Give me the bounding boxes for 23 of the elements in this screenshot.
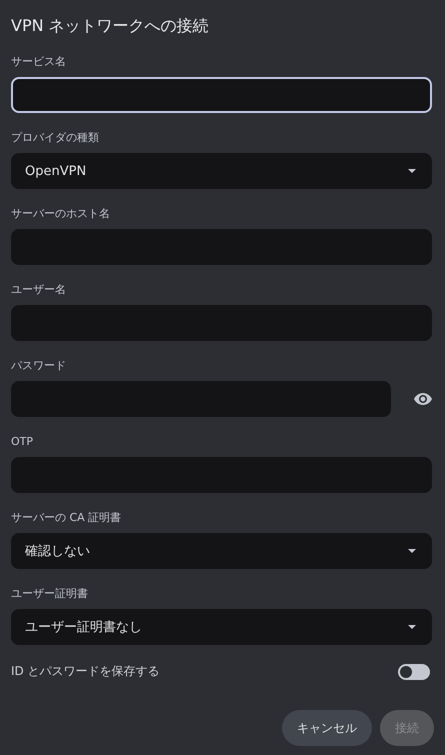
field-label: OTP (11, 435, 34, 449)
input-field[interactable] (11, 457, 432, 493)
dropdown[interactable]: OpenVPN (11, 153, 432, 189)
caret-icon (408, 625, 416, 629)
toggle-label: ID とパスワードを保存する (11, 663, 160, 680)
field-label: ユーザー名 (11, 283, 67, 297)
toggle-switch[interactable] (398, 664, 430, 680)
caret-icon (408, 549, 416, 553)
password-field[interactable] (11, 381, 391, 417)
field-label: パスワード (11, 359, 67, 373)
field-label: プロバイダの種類 (11, 131, 100, 145)
eye-icon[interactable] (414, 393, 432, 405)
field-label: サーバーの CA 証明書 (11, 511, 122, 525)
cancel-button[interactable]: キャンセル (282, 710, 372, 746)
dropdown[interactable]: 確認しない (11, 533, 432, 569)
field-label: ユーザー証明書 (11, 587, 89, 601)
field-label: サーバーのホスト名 (11, 207, 111, 221)
input-field[interactable] (11, 305, 432, 341)
input-field[interactable] (11, 229, 432, 265)
field-label: サービス名 (11, 55, 67, 69)
dialog-title: VPN ネットワークへの接続 (11, 15, 210, 37)
dropdown[interactable]: ユーザー証明書なし (11, 609, 432, 645)
caret-icon (408, 169, 416, 173)
